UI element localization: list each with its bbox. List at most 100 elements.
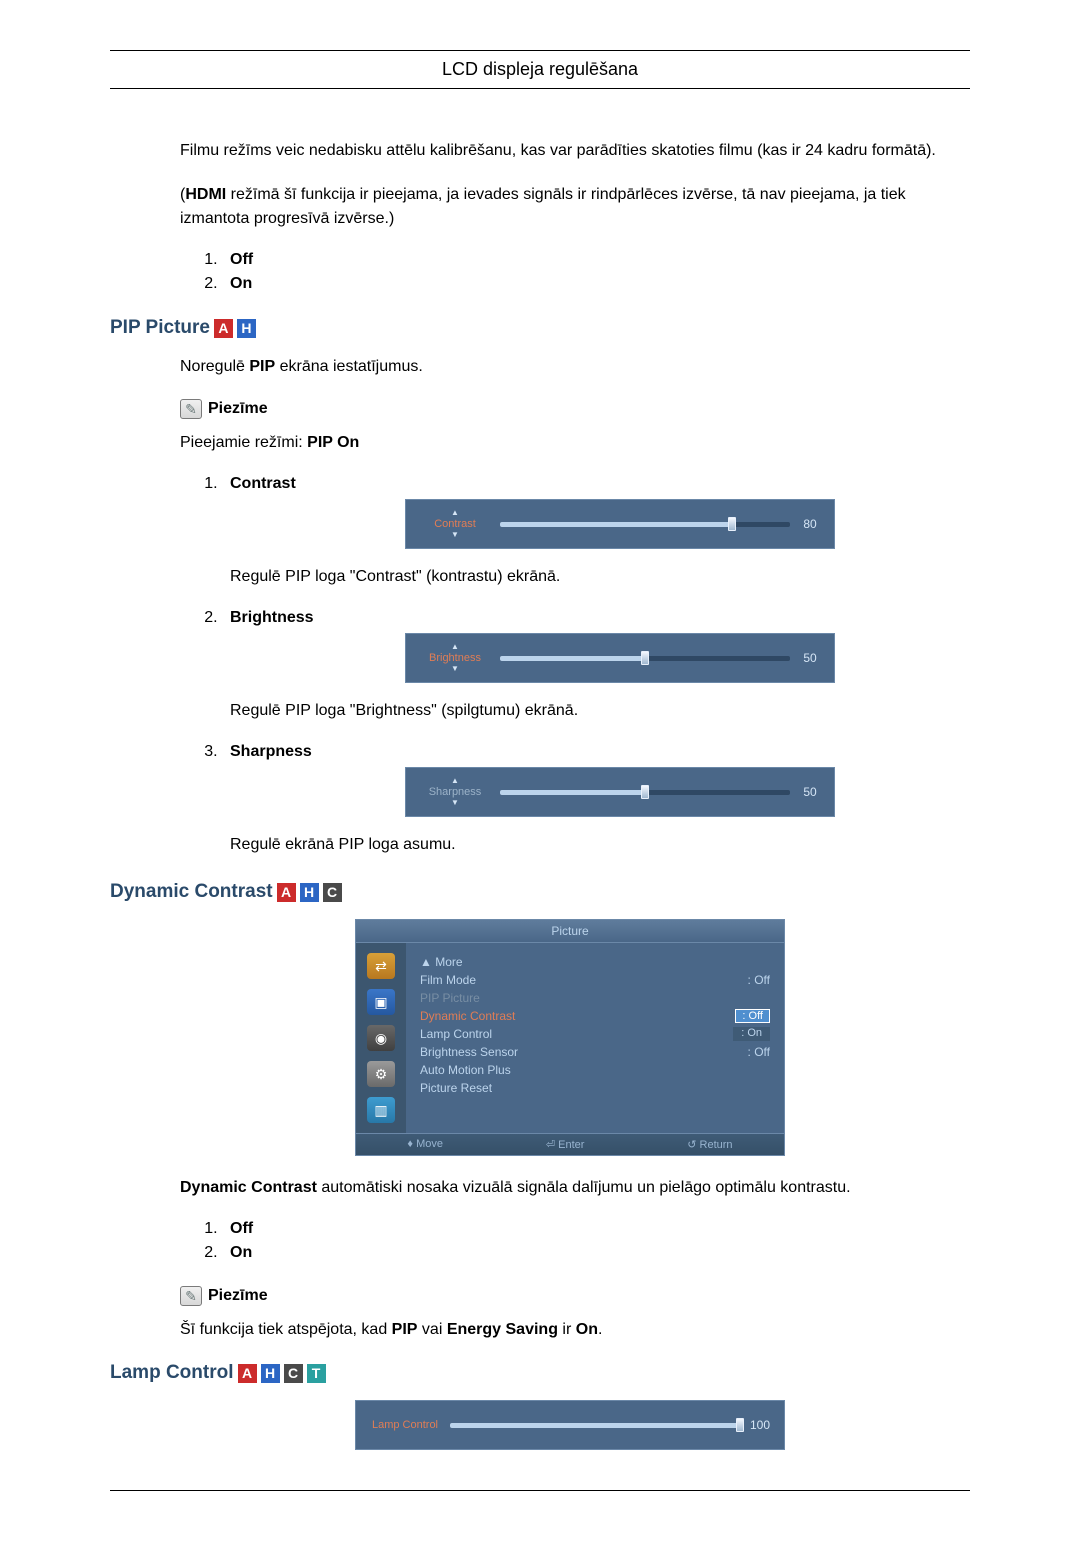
osd-title: Picture [356, 920, 784, 943]
osd-row-brightness-sensor[interactable]: Brightness Sensor: Off [420, 1043, 770, 1061]
osd-input-icon[interactable]: ⇄ [367, 953, 395, 979]
osd-value: : On [733, 1027, 770, 1041]
hdmi-note: (HDMI režīmā šī funkcija ir pieejama, ja… [180, 183, 970, 231]
osd-sound-icon[interactable]: ◉ [367, 1025, 395, 1051]
osd-multi-icon[interactable]: ▥ [367, 1097, 395, 1123]
bold: Dynamic Contrast [180, 1179, 317, 1196]
osd-hint-enter: ⏎ Enter [546, 1138, 585, 1151]
pip-brightness-item: Brightness ▲ Brightness ▼ 50 Regulē PIP … [222, 609, 970, 723]
mode-badge-c: C [284, 1364, 303, 1383]
text: režīmā šī funkcija ir pieejama, ja ievad… [180, 186, 906, 227]
mode-badge-a: A [214, 319, 233, 338]
mode-badge-h: H [237, 319, 256, 338]
osd-picture-icon[interactable]: ▣ [367, 989, 395, 1015]
pip-description: Noregulē PIP ekrāna iestatījumus. [180, 355, 970, 379]
mode-badge-a: A [277, 883, 296, 902]
bottom-rule [110, 1490, 970, 1491]
slider-label-col: ▲ Brightness ▼ [410, 643, 500, 673]
osd-hint-return: ↺ Return [687, 1138, 732, 1151]
slider-label-col: ▲ Sharpness ▼ [410, 777, 500, 807]
osd-list: ▲ More Film Mode: Off PIP Picture Dynami… [406, 943, 784, 1133]
slider-fill [450, 1423, 740, 1428]
on-bold: On [576, 1321, 598, 1338]
film-mode-description: Filmu režīms veic nedabisku attēlu kalib… [180, 139, 970, 163]
option-label: Off [230, 251, 253, 268]
down-arrow-icon[interactable]: ▼ [451, 665, 459, 673]
mode-badge-t: T [307, 1364, 326, 1383]
text: vai [417, 1321, 446, 1338]
slider-row: ▲ Brightness ▼ 50 [410, 638, 830, 678]
item-name: Sharpness [230, 743, 312, 760]
slider-fill [500, 656, 645, 661]
osd-value: : Off [748, 1045, 770, 1059]
option-on: On [222, 275, 970, 293]
mode-badge-c: C [323, 883, 342, 902]
osd-value: : Off [735, 1009, 770, 1023]
osd-row-lamp-control[interactable]: Lamp Control: On [420, 1025, 770, 1043]
slider-track[interactable] [500, 522, 790, 527]
slider-track[interactable] [500, 656, 790, 661]
dynamic-contrast-disabled-note: Šī funkcija tiek atspējota, kad PIP vai … [180, 1318, 970, 1342]
osd-setup-icon[interactable]: ⚙ [367, 1061, 395, 1087]
osd-more[interactable]: ▲ More [420, 953, 770, 971]
brightness-description: Regulē PIP loga "Brightness" (spilgtumu)… [230, 699, 970, 723]
brightness-slider-panel: ▲ Brightness ▼ 50 [405, 633, 835, 683]
text: ir [558, 1321, 576, 1338]
mode-badge-h: H [261, 1364, 280, 1383]
down-arrow-icon[interactable]: ▼ [451, 799, 459, 807]
slider-thumb[interactable] [736, 1418, 744, 1432]
osd-row-auto-motion[interactable]: Auto Motion Plus [420, 1061, 770, 1079]
slider-thumb[interactable] [728, 517, 736, 531]
sharpness-slider-panel: ▲ Sharpness ▼ 50 [405, 767, 835, 817]
slider-row: Lamp Control 100 [360, 1405, 780, 1445]
slider-label-col: Lamp Control [360, 1419, 450, 1431]
item-name: Contrast [230, 475, 296, 492]
text: automātiski nosaka vizuālā signāla dalīj… [317, 1179, 851, 1196]
pip-contrast-item: Contrast ▲ Contrast ▼ 80 Regulē PIP loga… [222, 475, 970, 589]
content-area: Filmu režīms veic nedabisku attēlu kalib… [110, 139, 970, 1450]
page-header: LCD displeja regulēšana [110, 59, 970, 80]
option-label: On [230, 275, 252, 292]
osd-row-picture-reset[interactable]: Picture Reset [420, 1079, 770, 1097]
mode-badge-h: H [300, 883, 319, 902]
osd-body: ⇄ ▣ ◉ ⚙ ▥ ▲ More Film Mode: Off PIP Pict… [356, 943, 784, 1133]
text: Noregulē [180, 358, 249, 375]
slider-value: 50 [790, 785, 830, 799]
energy-bold: Energy Saving [447, 1321, 558, 1338]
osd-value: : Off [748, 973, 770, 987]
mode-badge-a: A [238, 1364, 257, 1383]
slider-track[interactable] [500, 790, 790, 795]
note-icon: ✎ [180, 399, 202, 419]
text: Pieejamie režīmi: [180, 434, 307, 451]
slider-thumb[interactable] [641, 651, 649, 665]
option-off: Off [222, 1220, 970, 1238]
osd-footer: ♦ Move ⏎ Enter ↺ Return [356, 1133, 784, 1155]
option-label: Off [230, 1220, 253, 1237]
note-label: Piezīme [208, 1287, 268, 1305]
text: . [598, 1321, 602, 1338]
heading-text: PIP Picture [110, 317, 210, 339]
pip-options-list: Contrast ▲ Contrast ▼ 80 Regulē PIP loga… [180, 475, 970, 857]
osd-row-dynamic-contrast[interactable]: Dynamic Contrast: Off [420, 1007, 770, 1025]
option-label: On [230, 1244, 252, 1261]
up-arrow-icon[interactable]: ▲ [451, 643, 459, 651]
top-rule [110, 50, 970, 51]
slider-thumb[interactable] [641, 785, 649, 799]
osd-row-film-mode[interactable]: Film Mode: Off [420, 971, 770, 989]
note-label: Piezīme [208, 400, 268, 418]
heading-text: Lamp Control [110, 1362, 234, 1384]
item-name: Brightness [230, 609, 314, 626]
up-arrow-icon[interactable]: ▲ [451, 777, 459, 785]
text: ekrāna iestatījumus. [275, 358, 423, 375]
pip-bold: PIP [249, 358, 275, 375]
slider-label: Sharpness [429, 786, 482, 798]
down-arrow-icon[interactable]: ▼ [451, 531, 459, 539]
dynamic-contrast-description: Dynamic Contrast automātiski nosaka vizu… [180, 1176, 970, 1200]
up-arrow-icon[interactable]: ▲ [451, 509, 459, 517]
note-row: ✎ Piezīme [180, 1286, 970, 1306]
pip-picture-heading: PIP Picture A H [110, 317, 970, 339]
slider-value: 50 [790, 651, 830, 665]
osd-row-pip-picture: PIP Picture [420, 989, 770, 1007]
slider-track[interactable] [450, 1423, 740, 1428]
slider-value: 100 [740, 1418, 780, 1432]
